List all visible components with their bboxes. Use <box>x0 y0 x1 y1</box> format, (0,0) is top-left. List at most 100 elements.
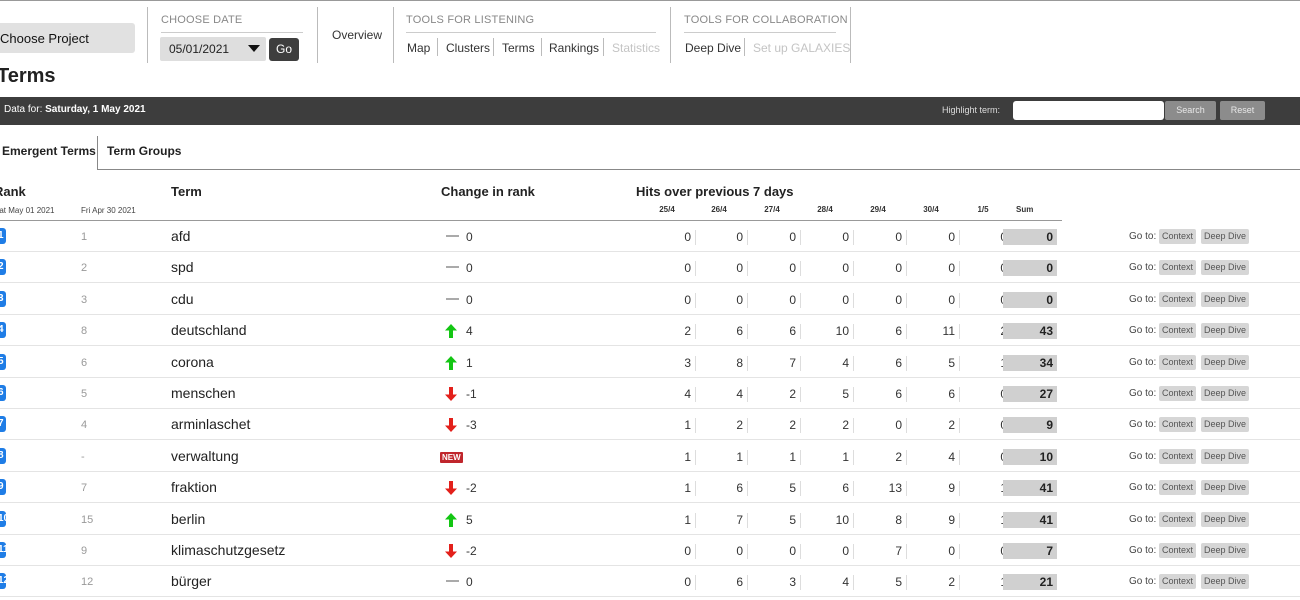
deep-dive-button[interactable]: Deep Dive <box>1201 229 1250 244</box>
deep-dive-button[interactable]: Deep Dive <box>1201 354 1250 370</box>
nav-link-map[interactable]: Map <box>407 41 430 55</box>
sum-cell: 41 <box>1003 480 1057 497</box>
context-button[interactable]: Context <box>1159 511 1197 527</box>
cell-divider <box>906 261 907 277</box>
hits-cell: 0 <box>684 261 691 276</box>
tab-emergent-terms[interactable]: Emergent Terms <box>0 136 98 170</box>
rank-change-value: 1 <box>466 355 473 370</box>
go-button[interactable]: Go <box>269 38 299 61</box>
nav-link-statistics: Statistics <box>612 41 661 55</box>
rank-badge: 1 <box>0 228 6 244</box>
sum-header: Sum <box>1016 205 1034 214</box>
hits-cell: 1 <box>684 512 691 527</box>
context-button[interactable]: Context <box>1159 354 1197 370</box>
hits-cell: 6 <box>895 355 902 370</box>
arrow-up-icon <box>443 512 461 528</box>
hits-cell: 1 <box>684 481 691 496</box>
previous-rank: 5 <box>81 388 88 400</box>
cell-divider <box>906 324 907 340</box>
hits-cell: 1 <box>961 481 1007 495</box>
data-for-text: Data for: Saturday, 1 May 2021 <box>4 104 146 115</box>
context-button[interactable]: Context <box>1159 480 1197 496</box>
cell-divider <box>747 292 748 308</box>
cell-divider <box>853 230 854 245</box>
search-button[interactable]: Search <box>1165 101 1216 120</box>
cell-divider <box>695 355 696 371</box>
deep-dive-button[interactable]: Deep Dive <box>1201 574 1250 590</box>
context-button[interactable]: Context <box>1159 260 1197 276</box>
nav-link-clusters[interactable]: Clusters <box>446 41 490 55</box>
goto-label: Go to: <box>1129 293 1157 305</box>
goto-label: Go to: <box>1129 388 1157 399</box>
hits-cell: 4 <box>948 449 955 464</box>
context-button[interactable]: Context <box>1159 417 1197 433</box>
deep-dive-button[interactable]: Deep Dive <box>1201 511 1250 527</box>
context-button[interactable]: Context <box>1159 291 1197 307</box>
link-divider <box>744 38 745 56</box>
goto-label: Go to: <box>1129 545 1157 556</box>
hits-cell: 6 <box>948 387 955 401</box>
reset-button[interactable]: Reset <box>1220 101 1265 120</box>
term-name: arminlaschet <box>171 416 251 433</box>
term-name: afd <box>171 228 191 244</box>
tab-term-groups[interactable]: Term Groups <box>107 136 181 170</box>
date-select[interactable]: 05/01/2021 <box>160 37 266 61</box>
hits-header: Hits over previous 7 days <box>636 184 794 199</box>
rank-change-value: 0 <box>466 292 473 307</box>
deep-dive-button[interactable]: Deep Dive <box>1201 448 1250 464</box>
context-button[interactable]: Context <box>1159 448 1197 464</box>
hits-cell: 4 <box>842 575 849 590</box>
hits-cell: 3 <box>789 575 796 590</box>
cell-divider <box>747 512 748 528</box>
context-button[interactable]: Context <box>1159 229 1197 244</box>
hits-cell: 0 <box>736 261 743 276</box>
cell-divider <box>800 481 801 497</box>
hits-cell: 0 <box>948 230 955 244</box>
hits-cell: 6 <box>736 481 743 496</box>
cell-divider <box>747 544 748 559</box>
cell-divider <box>695 324 696 340</box>
hits-cell: 11 <box>942 324 955 339</box>
deep-dive-button[interactable]: Deep Dive <box>1201 323 1250 339</box>
cell-divider <box>906 418 907 434</box>
hits-cell: 2 <box>895 449 902 464</box>
context-button[interactable]: Context <box>1159 543 1197 558</box>
no-change-icon <box>446 297 459 300</box>
overview-link[interactable]: Overview <box>332 28 382 42</box>
page-title: Terms <box>0 65 56 87</box>
day-header: 28/4 <box>817 205 833 214</box>
deep-dive-button[interactable]: Deep Dive <box>1201 417 1250 433</box>
data-bar: Data for: Saturday, 1 May 2021 Highlight… <box>0 97 1300 125</box>
hits-cell: 1 <box>961 575 1007 589</box>
deep-dive-button[interactable]: Deep Dive <box>1201 543 1250 558</box>
nav-link-deep-dive[interactable]: Deep Dive <box>685 41 741 55</box>
hits-cell: 9 <box>948 481 955 496</box>
cell-divider <box>747 261 748 277</box>
goto-label: Go to: <box>1129 231 1157 242</box>
context-button[interactable]: Context <box>1159 323 1197 339</box>
deep-dive-button[interactable]: Deep Dive <box>1201 260 1250 276</box>
choose-project-button[interactable]: Choose Project <box>0 23 135 53</box>
nav-link-setup-galaxies: Set up GALAXIES <box>753 41 851 55</box>
cell-divider <box>959 292 960 308</box>
hits-cell: 10 <box>835 324 849 339</box>
deep-dive-button[interactable]: Deep Dive <box>1201 386 1250 401</box>
deep-dive-button[interactable]: Deep Dive <box>1201 291 1250 307</box>
rank-change-value: -3 <box>466 418 477 433</box>
nav-link-terms[interactable]: Terms <box>502 41 535 55</box>
hits-cell: 0 <box>842 544 849 558</box>
cell-divider <box>853 418 854 434</box>
highlight-term-input[interactable] <box>1013 101 1164 120</box>
context-button[interactable]: Context <box>1159 574 1197 590</box>
section-underline <box>684 32 836 33</box>
nav-link-rankings[interactable]: Rankings <box>549 41 599 55</box>
hits-cell: 6 <box>736 575 743 590</box>
hits-cell: 0 <box>789 292 796 307</box>
context-button[interactable]: Context <box>1159 386 1197 401</box>
hits-cell: 13 <box>888 481 902 496</box>
deep-dive-button[interactable]: Deep Dive <box>1201 480 1250 496</box>
rank-change-value: 0 <box>466 230 473 244</box>
cell-divider <box>906 230 907 245</box>
rank-sub-current: Sat May 01 2021 <box>0 206 55 215</box>
hits-cell: 0 <box>684 230 691 244</box>
